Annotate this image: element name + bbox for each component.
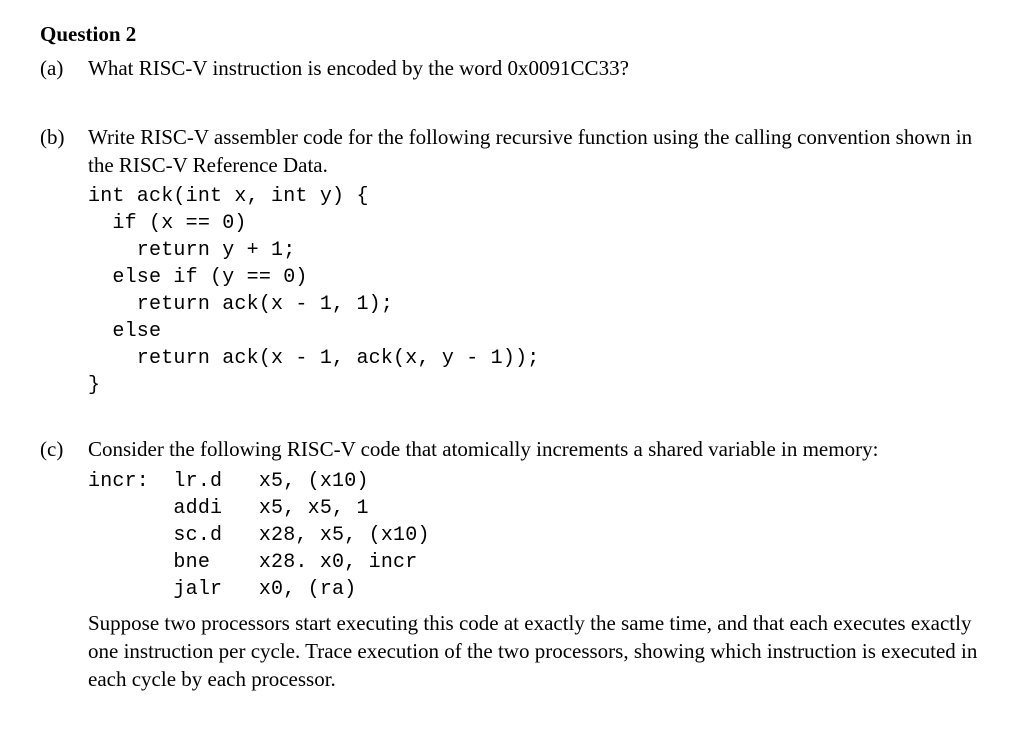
part-b-code: int ack(int x, int y) { if (x == 0) retu…: [88, 183, 984, 399]
question-title: Question 2: [40, 20, 984, 48]
part-c-label: (c): [40, 435, 88, 697]
part-a-label: (a): [40, 54, 88, 86]
part-c-text: Consider the following RISC-V code that …: [88, 435, 984, 463]
part-b-body: Write RISC-V assembler code for the foll…: [88, 123, 984, 400]
part-b-label: (b): [40, 123, 88, 400]
part-a-text: What RISC-V instruction is encoded by th…: [88, 54, 984, 82]
part-a: (a) What RISC-V instruction is encoded b…: [40, 54, 984, 86]
part-b-text: Write RISC-V assembler code for the foll…: [88, 123, 984, 180]
part-c-code: incr: lr.d x5, (x10) addi x5, x5, 1 sc.d…: [88, 468, 984, 603]
part-c: (c) Consider the following RISC-V code t…: [40, 435, 984, 697]
part-b: (b) Write RISC-V assembler code for the …: [40, 123, 984, 400]
part-c-after: Suppose two processors start executing t…: [88, 609, 984, 694]
part-a-body: What RISC-V instruction is encoded by th…: [88, 54, 984, 86]
part-c-body: Consider the following RISC-V code that …: [88, 435, 984, 697]
